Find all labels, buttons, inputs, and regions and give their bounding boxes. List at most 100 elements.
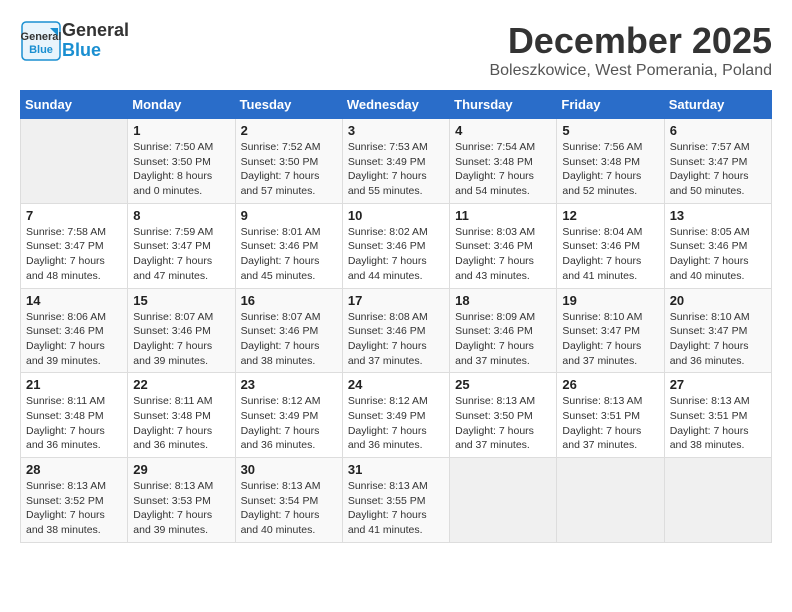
sunset-time: Sunset: 3:46 PM	[670, 240, 748, 252]
sunrise-time: Sunrise: 8:10 AM	[562, 311, 642, 323]
daylight-hours: Daylight: 7 hours and 57 minutes.	[241, 170, 320, 197]
sunrise-time: Sunrise: 7:58 AM	[26, 226, 106, 238]
calendar-cell: 14 Sunrise: 8:06 AM Sunset: 3:46 PM Dayl…	[21, 288, 128, 373]
sunset-time: Sunset: 3:47 PM	[562, 325, 640, 337]
daylight-hours: Daylight: 7 hours and 44 minutes.	[348, 255, 427, 282]
sunset-time: Sunset: 3:51 PM	[562, 410, 640, 422]
calendar-cell: 31 Sunrise: 8:13 AM Sunset: 3:55 PM Dayl…	[342, 458, 449, 543]
day-number: 26	[562, 377, 658, 392]
sunrise-time: Sunrise: 7:59 AM	[133, 226, 213, 238]
logo-text: General Blue	[62, 21, 129, 61]
weekday-header-friday: Friday	[557, 91, 664, 119]
sunrise-time: Sunrise: 8:13 AM	[133, 480, 213, 492]
daylight-hours: Daylight: 7 hours and 36 minutes.	[241, 425, 320, 452]
sunrise-time: Sunrise: 8:13 AM	[562, 395, 642, 407]
sunrise-time: Sunrise: 8:12 AM	[348, 395, 428, 407]
day-number: 23	[241, 377, 337, 392]
sunrise-time: Sunrise: 8:05 AM	[670, 226, 750, 238]
calendar-cell: 18 Sunrise: 8:09 AM Sunset: 3:46 PM Dayl…	[450, 288, 557, 373]
day-number: 8	[133, 208, 229, 223]
day-number: 4	[455, 123, 551, 138]
calendar-cell: 11 Sunrise: 8:03 AM Sunset: 3:46 PM Dayl…	[450, 203, 557, 288]
day-number: 10	[348, 208, 444, 223]
calendar-cell: 8 Sunrise: 7:59 AM Sunset: 3:47 PM Dayli…	[128, 203, 235, 288]
sunset-time: Sunset: 3:47 PM	[133, 240, 211, 252]
calendar-cell: 15 Sunrise: 8:07 AM Sunset: 3:46 PM Dayl…	[128, 288, 235, 373]
weekday-header-row: SundayMondayTuesdayWednesdayThursdayFrid…	[21, 91, 772, 119]
sunset-time: Sunset: 3:46 PM	[562, 240, 640, 252]
calendar-title: December 2025	[489, 20, 772, 62]
daylight-hours: Daylight: 7 hours and 37 minutes.	[562, 425, 641, 452]
daylight-hours: Daylight: 7 hours and 39 minutes.	[133, 340, 212, 367]
sunset-time: Sunset: 3:48 PM	[133, 410, 211, 422]
day-info: Sunrise: 7:53 AM Sunset: 3:49 PM Dayligh…	[348, 140, 444, 199]
daylight-hours: Daylight: 7 hours and 37 minutes.	[348, 340, 427, 367]
daylight-hours: Daylight: 7 hours and 40 minutes.	[241, 509, 320, 536]
sunrise-time: Sunrise: 7:52 AM	[241, 141, 321, 153]
day-info: Sunrise: 8:02 AM Sunset: 3:46 PM Dayligh…	[348, 225, 444, 284]
sunset-time: Sunset: 3:46 PM	[455, 325, 533, 337]
weekday-header-tuesday: Tuesday	[235, 91, 342, 119]
day-number: 5	[562, 123, 658, 138]
sunrise-time: Sunrise: 8:08 AM	[348, 311, 428, 323]
sunset-time: Sunset: 3:46 PM	[241, 240, 319, 252]
calendar-cell: 21 Sunrise: 8:11 AM Sunset: 3:48 PM Dayl…	[21, 373, 128, 458]
calendar-header: SundayMondayTuesdayWednesdayThursdayFrid…	[21, 91, 772, 119]
day-info: Sunrise: 8:07 AM Sunset: 3:46 PM Dayligh…	[241, 310, 337, 369]
sunrise-time: Sunrise: 8:11 AM	[26, 395, 105, 407]
day-number: 9	[241, 208, 337, 223]
sunset-time: Sunset: 3:48 PM	[455, 156, 533, 168]
sunset-time: Sunset: 3:47 PM	[26, 240, 104, 252]
calendar-subtitle: Boleszkowice, West Pomerania, Poland	[489, 62, 772, 80]
sunset-time: Sunset: 3:54 PM	[241, 495, 319, 507]
day-info: Sunrise: 8:09 AM Sunset: 3:46 PM Dayligh…	[455, 310, 551, 369]
daylight-hours: Daylight: 7 hours and 41 minutes.	[562, 255, 641, 282]
daylight-hours: Daylight: 7 hours and 47 minutes.	[133, 255, 212, 282]
day-info: Sunrise: 8:13 AM Sunset: 3:51 PM Dayligh…	[670, 394, 766, 453]
sunrise-time: Sunrise: 8:07 AM	[241, 311, 321, 323]
sunset-time: Sunset: 3:49 PM	[241, 410, 319, 422]
title-block: December 2025 Boleszkowice, West Pomeran…	[489, 20, 772, 80]
sunrise-time: Sunrise: 7:50 AM	[133, 141, 213, 153]
sunset-time: Sunset: 3:50 PM	[241, 156, 319, 168]
sunrise-time: Sunrise: 8:03 AM	[455, 226, 535, 238]
logo-blue-text: Blue	[62, 41, 129, 61]
daylight-hours: Daylight: 7 hours and 37 minutes.	[455, 340, 534, 367]
day-number: 11	[455, 208, 551, 223]
calendar-cell: 9 Sunrise: 8:01 AM Sunset: 3:46 PM Dayli…	[235, 203, 342, 288]
day-info: Sunrise: 7:57 AM Sunset: 3:47 PM Dayligh…	[670, 140, 766, 199]
daylight-hours: Daylight: 7 hours and 48 minutes.	[26, 255, 105, 282]
calendar-cell: 29 Sunrise: 8:13 AM Sunset: 3:53 PM Dayl…	[128, 458, 235, 543]
day-info: Sunrise: 8:12 AM Sunset: 3:49 PM Dayligh…	[241, 394, 337, 453]
calendar-cell: 26 Sunrise: 8:13 AM Sunset: 3:51 PM Dayl…	[557, 373, 664, 458]
day-number: 31	[348, 462, 444, 477]
day-info: Sunrise: 7:56 AM Sunset: 3:48 PM Dayligh…	[562, 140, 658, 199]
daylight-hours: Daylight: 7 hours and 38 minutes.	[26, 509, 105, 536]
sunset-time: Sunset: 3:46 PM	[455, 240, 533, 252]
day-info: Sunrise: 8:08 AM Sunset: 3:46 PM Dayligh…	[348, 310, 444, 369]
day-number: 30	[241, 462, 337, 477]
day-number: 17	[348, 293, 444, 308]
sunrise-time: Sunrise: 8:13 AM	[455, 395, 535, 407]
day-number: 16	[241, 293, 337, 308]
day-info: Sunrise: 8:13 AM Sunset: 3:51 PM Dayligh…	[562, 394, 658, 453]
day-number: 21	[26, 377, 122, 392]
day-info: Sunrise: 8:13 AM Sunset: 3:54 PM Dayligh…	[241, 479, 337, 538]
calendar-cell: 20 Sunrise: 8:10 AM Sunset: 3:47 PM Dayl…	[664, 288, 771, 373]
day-number: 22	[133, 377, 229, 392]
daylight-hours: Daylight: 7 hours and 54 minutes.	[455, 170, 534, 197]
day-info: Sunrise: 8:11 AM Sunset: 3:48 PM Dayligh…	[133, 394, 229, 453]
day-number: 24	[348, 377, 444, 392]
svg-text:Blue: Blue	[29, 44, 53, 56]
daylight-hours: Daylight: 7 hours and 45 minutes.	[241, 255, 320, 282]
weekday-header-monday: Monday	[128, 91, 235, 119]
day-number: 20	[670, 293, 766, 308]
sunset-time: Sunset: 3:52 PM	[26, 495, 104, 507]
calendar-cell: 25 Sunrise: 8:13 AM Sunset: 3:50 PM Dayl…	[450, 373, 557, 458]
weekday-header-saturday: Saturday	[664, 91, 771, 119]
calendar-cell	[557, 458, 664, 543]
day-info: Sunrise: 8:04 AM Sunset: 3:46 PM Dayligh…	[562, 225, 658, 284]
daylight-hours: Daylight: 7 hours and 50 minutes.	[670, 170, 749, 197]
sunrise-time: Sunrise: 8:04 AM	[562, 226, 642, 238]
day-info: Sunrise: 8:12 AM Sunset: 3:49 PM Dayligh…	[348, 394, 444, 453]
